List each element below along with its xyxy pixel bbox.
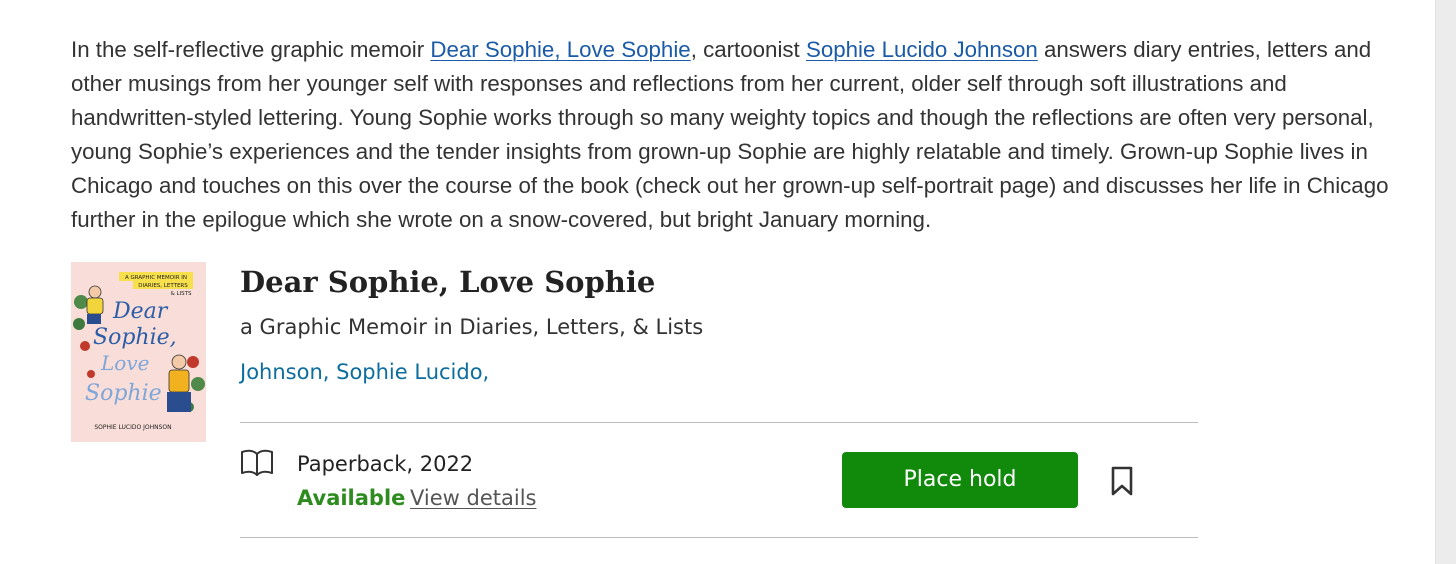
page: In the self-reflective graphic memoir De… — [0, 0, 1456, 564]
intro-text-start: In the self-reflective graphic memoir — [71, 37, 431, 62]
divider-top — [240, 422, 1198, 423]
cover-title-line1: Dear — [112, 299, 169, 324]
book-title-link[interactable]: Dear Sophie, Love Sophie — [430, 37, 690, 62]
cover-title-line2: Sophie, — [93, 325, 177, 350]
cover-title-line4: Sophie — [85, 381, 162, 406]
divider-bottom — [240, 537, 1198, 538]
book-cover[interactable]: A GRAPHIC MEMOIR IN DIARIES, LETTERS & L… — [71, 262, 206, 442]
availability-status: Available — [297, 486, 406, 510]
cover-author: SOPHIE LUCIDO JOHNSON — [94, 424, 171, 431]
cover-banner-line2: DIARIES, LETTERS — [138, 283, 188, 289]
format-label: Paperback, 2022 — [297, 452, 474, 476]
place-hold-button[interactable]: Place hold — [842, 452, 1078, 508]
view-details-link[interactable]: View details — [410, 483, 536, 513]
book-cover-illustration: A GRAPHIC MEMOIR IN DIARIES, LETTERS & L… — [71, 262, 206, 442]
intro-text-between: , cartoonist — [690, 37, 806, 62]
book-author-link[interactable]: Johnson, Sophie Lucido, — [240, 357, 489, 387]
intro-paragraph: In the self-reflective graphic memoir De… — [71, 33, 1391, 237]
book-subtitle: a Graphic Memoir in Diaries, Letters, & … — [240, 315, 704, 339]
book-open-icon — [241, 449, 273, 476]
cover-banner-line3: & LISTS — [170, 291, 192, 297]
cover-banner-line1: A GRAPHIC MEMOIR IN — [125, 275, 187, 281]
book-title[interactable]: Dear Sophie, Love Sophie — [240, 262, 655, 302]
cover-title-line3: Love — [100, 351, 149, 375]
intro-text-rest: answers diary entries, letters and other… — [71, 37, 1389, 232]
author-link[interactable]: Sophie Lucido Johnson — [806, 37, 1038, 62]
scrollbar[interactable] — [1435, 0, 1456, 564]
bookmark-icon[interactable] — [1108, 465, 1136, 497]
